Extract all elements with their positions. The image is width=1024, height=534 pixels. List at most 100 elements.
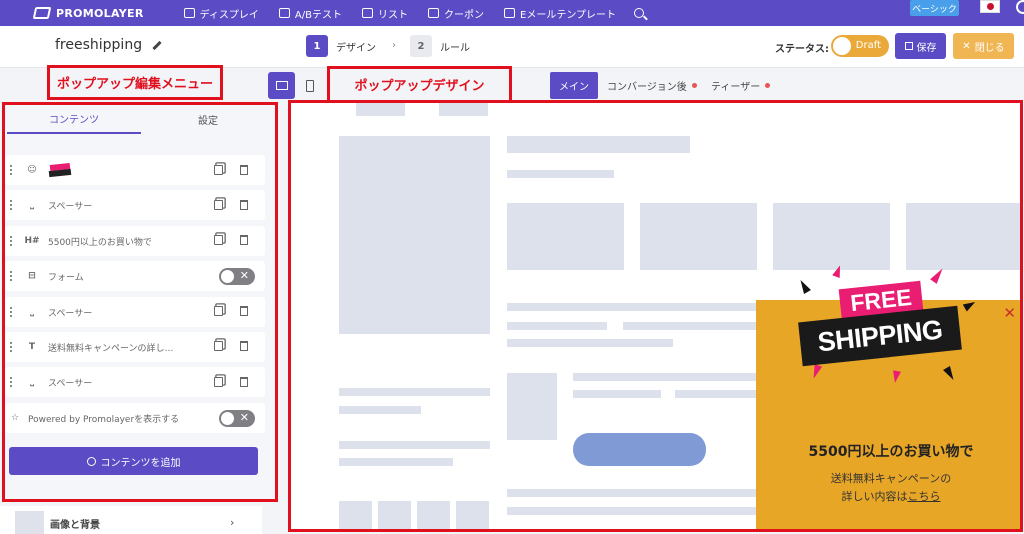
placeholder-block (507, 203, 624, 270)
design-canvas: ✕ FREE SHIPPING 5500円以上のお買い物で 送料無料キャンペーン… (288, 100, 1023, 532)
brand-name: PROMOLAYER (56, 6, 144, 20)
copy-icon[interactable] (211, 339, 226, 354)
nav-item-display[interactable]: ディスプレイ (183, 6, 259, 21)
status-toggle[interactable]: Draft (831, 35, 889, 57)
placeholder-block (507, 373, 557, 440)
placeholder-block (507, 507, 756, 515)
step-design[interactable]: 1 デザイン (306, 35, 376, 57)
placeholder-block (439, 103, 488, 116)
nav-item-list[interactable]: リスト (362, 6, 408, 21)
placeholder-block (507, 322, 607, 330)
popup-name[interactable]: freeshipping (55, 37, 162, 53)
copy-icon[interactable] (211, 304, 226, 319)
flask-icon (278, 8, 290, 18)
mobile-view-button[interactable] (297, 72, 322, 99)
drag-handle-icon[interactable] (10, 271, 12, 282)
spacer-icon: ⎵ (30, 306, 34, 317)
save-button[interactable]: 保存 (895, 33, 946, 59)
list-item[interactable]: ⎵ スペーサー (5, 367, 265, 398)
plan-badge[interactable]: ベーシック (910, 0, 959, 16)
copy-icon[interactable] (211, 233, 226, 248)
nav-item-label: Eメールテンプレート (520, 9, 617, 21)
desktop-view-button[interactable] (268, 72, 295, 99)
image-thumbnail (15, 511, 44, 534)
step-rules[interactable]: 2 ルール (410, 35, 470, 57)
display-icon (183, 8, 195, 18)
add-content-button[interactable]: コンテンツを追加 (9, 447, 258, 475)
list-item[interactable]: ☆ Powered by Promolayerを表示する ✕ (5, 402, 265, 433)
placeholder-block (507, 303, 756, 311)
nav-item-label: ディスプレイ (199, 9, 259, 21)
save-button-label: 保存 (916, 42, 937, 54)
free-shipping-logo: FREE SHIPPING (796, 263, 986, 393)
image-thumbnail (48, 161, 72, 179)
drag-handle-icon[interactable] (10, 235, 12, 246)
form-toggle[interactable]: ✕ (219, 268, 255, 286)
brand-logo[interactable]: PROMOLAYER (32, 6, 144, 20)
tab-teaser[interactable]: ティーザー (711, 72, 771, 99)
popup-preview[interactable]: ✕ FREE SHIPPING 5500円以上のお買い物で 送料無料キャンペーン… (756, 263, 1020, 529)
search-icon[interactable] (634, 8, 645, 18)
nav-item-email-template[interactable]: Eメールテンプレート (504, 6, 616, 21)
add-content-label: コンテンツを追加 (100, 457, 181, 469)
editor-header: freeshipping 1 デザイン › 2 ルール ステータス: Draft… (0, 26, 1024, 68)
list-item-label: Powered by Promolayerを表示する (28, 414, 180, 425)
step-number: 2 (410, 35, 432, 57)
text-icon: T (28, 341, 36, 352)
placeholder-block (339, 441, 490, 449)
drag-handle-icon[interactable] (10, 377, 12, 388)
placeholder-block (640, 203, 757, 270)
list-item[interactable]: ⎵ スペーサー (5, 190, 265, 221)
copy-icon[interactable] (211, 197, 226, 212)
trash-icon[interactable] (236, 339, 251, 354)
list-item[interactable]: ☺ (5, 155, 265, 185)
spacer-icon: ⎵ (30, 200, 34, 211)
user-icon[interactable] (1016, 0, 1024, 14)
drag-handle-icon[interactable] (10, 306, 12, 317)
trash-icon[interactable] (236, 197, 251, 212)
drag-handle-icon[interactable] (10, 341, 12, 352)
status-value: Draft (855, 40, 881, 51)
chevron-right-icon: › (392, 40, 396, 51)
powered-by-toggle[interactable]: ✕ (219, 409, 255, 427)
pencil-icon[interactable] (152, 40, 162, 50)
trash-icon[interactable] (236, 162, 251, 177)
drag-handle-icon[interactable] (10, 165, 12, 175)
japan-flag-icon[interactable] (980, 0, 1000, 13)
close-icon[interactable]: ✕ (1003, 304, 1016, 322)
placeholder-block (573, 373, 756, 381)
placeholder-block (675, 390, 756, 398)
coupon-icon (428, 8, 439, 18)
placeholder-block (339, 501, 372, 529)
trash-icon[interactable] (236, 304, 251, 319)
nav-item-coupon[interactable]: クーポン (428, 6, 484, 21)
list-item[interactable]: H# 5500円以上のお買い物で (5, 225, 265, 256)
placeholder-block (623, 322, 756, 330)
drag-handle-icon[interactable] (10, 200, 12, 211)
nav-item-abtest[interactable]: A/Bテスト (278, 6, 342, 21)
list-item-label: 送料無料キャンペーンの詳し… (48, 343, 174, 354)
placeholder-button (573, 433, 706, 466)
placeholder-block (339, 458, 453, 466)
star-icon: ☆ (10, 412, 20, 423)
plus-icon (86, 456, 96, 466)
list-item[interactable]: ⊟ フォーム ✕ (5, 261, 265, 292)
details-link[interactable]: こちら (908, 490, 941, 503)
annotation-edit-menu: ポップアップ編集メニュー (47, 65, 223, 100)
list-item[interactable]: T 送料無料キャンペーンの詳し… (5, 331, 265, 362)
toggle-knob (833, 37, 851, 55)
tab-main[interactable]: メイン (550, 72, 598, 99)
list-item-label: 5500円以上のお買い物で (48, 237, 152, 248)
trash-icon[interactable] (236, 233, 251, 248)
tab-after-conversion[interactable]: コンバージョン後 (607, 72, 697, 99)
tab-settings[interactable]: 設定 (141, 105, 275, 134)
section-image-background[interactable]: 画像と背景 › (0, 506, 262, 534)
placeholder-block (356, 103, 405, 116)
close-button[interactable]: ✕ 閉じる (953, 33, 1014, 59)
copy-icon[interactable] (211, 162, 226, 177)
placeholder-block (339, 388, 490, 396)
list-item[interactable]: ⎵ スペーサー (5, 296, 265, 327)
copy-icon[interactable] (211, 374, 226, 389)
tab-contents[interactable]: コンテンツ (7, 105, 141, 134)
trash-icon[interactable] (236, 374, 251, 389)
